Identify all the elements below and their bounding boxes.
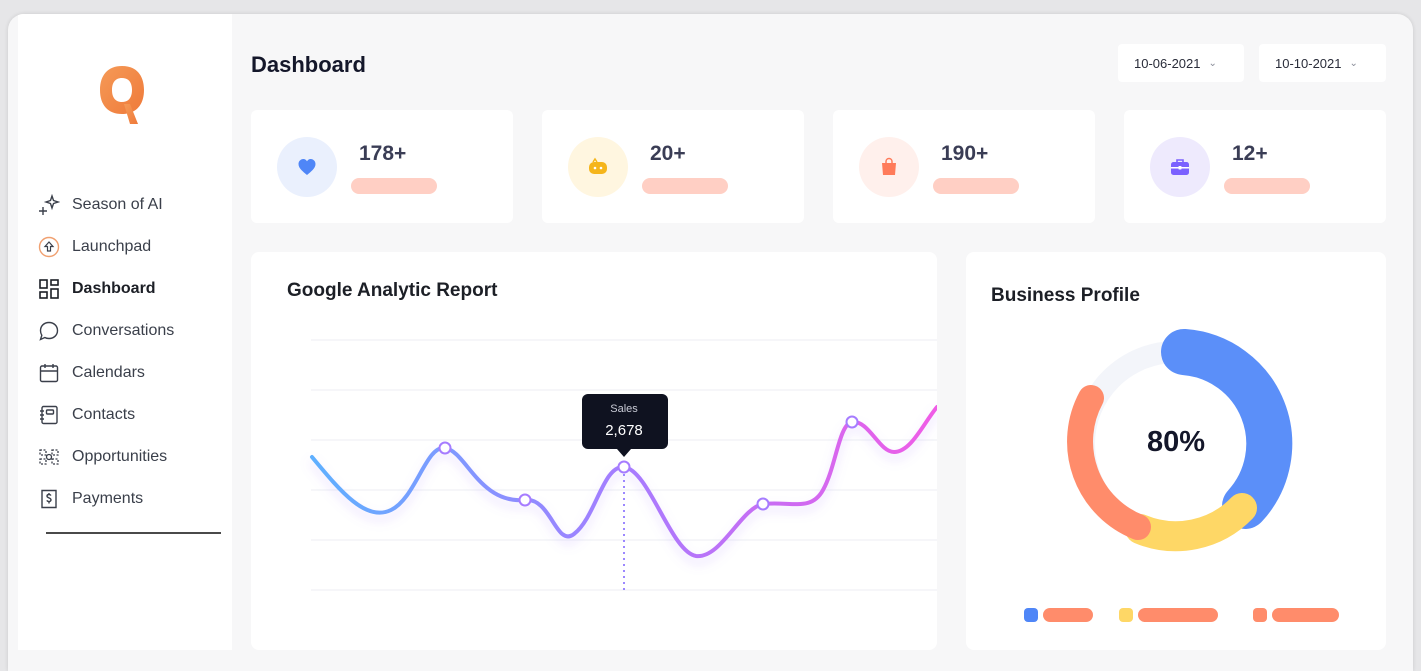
start-date-select[interactable]: 10-06-2021 ⌄ <box>1118 44 1244 82</box>
stat-value: 12+ <box>1232 142 1268 165</box>
sidebar-item-label: Launchpad <box>72 238 152 255</box>
stat-card[interactable]: 12+ <box>1124 110 1386 223</box>
business-profile-card: Business Profile 80% <box>966 252 1386 650</box>
sidebar-item-label: Opportunities <box>72 448 168 465</box>
sidebar-item-conversations[interactable]: Conversations <box>38 310 228 352</box>
line-chart: Sales 2,678 <box>310 339 937 592</box>
sidebar-divider <box>46 532 221 534</box>
data-point <box>845 415 859 429</box>
chevron-down-icon: ⌄ <box>1208 57 1217 69</box>
tooltip-value: 2,678 <box>605 422 643 439</box>
data-point <box>518 493 532 507</box>
end-date-select[interactable]: 10-10-2021 ⌄ <box>1259 44 1386 82</box>
game-controller-icon <box>568 137 628 197</box>
donut-segment-orange <box>1067 385 1151 540</box>
sidebar: Season of AI Launchpad Dashboard Convers… <box>18 14 232 650</box>
shopping-bag-icon <box>859 137 919 197</box>
donut-segment-yellow <box>1125 493 1257 552</box>
stat-card[interactable]: 190+ <box>833 110 1095 223</box>
sidebar-item-opportunities[interactable]: Opportunities <box>38 436 228 478</box>
donut-percent: 80% <box>1146 426 1206 458</box>
page-title: Dashboard <box>251 52 366 77</box>
stat-placeholder-bar <box>351 178 437 194</box>
sidebar-item-dashboard[interactable]: Dashboard <box>38 268 228 310</box>
legend-dot <box>1119 608 1133 622</box>
chat-bubble-icon <box>38 320 60 342</box>
sidebar-nav: Season of AI Launchpad Dashboard Convers… <box>38 184 228 520</box>
grid-icon <box>38 278 60 300</box>
sidebar-item-label: Payments <box>72 490 144 507</box>
brand-logo[interactable] <box>96 64 148 126</box>
rocket-icon <box>38 236 60 258</box>
payment-icon <box>38 488 60 510</box>
data-point <box>617 460 631 474</box>
briefcase-icon <box>1150 137 1210 197</box>
funnel-icon <box>38 446 60 468</box>
legend-dot <box>1024 608 1038 622</box>
sidebar-item-season-of-ai[interactable]: Season of AI <box>38 184 228 226</box>
stat-placeholder-bar <box>933 178 1019 194</box>
chevron-down-icon: ⌄ <box>1349 57 1358 69</box>
sidebar-item-label: Dashboard <box>72 280 156 297</box>
stat-value: 190+ <box>941 142 989 165</box>
start-date-value: 10-06-2021 <box>1134 55 1201 71</box>
data-point <box>438 441 452 455</box>
tooltip-label: Sales <box>610 403 638 415</box>
sidebar-item-payments[interactable]: Payments <box>38 478 228 520</box>
legend-placeholder-bar <box>1043 608 1093 622</box>
sidebar-item-label: Conversations <box>72 322 175 339</box>
stat-placeholder-bar <box>1224 178 1310 194</box>
stat-card[interactable]: 178+ <box>251 110 513 223</box>
sidebar-item-label: Calendars <box>72 364 145 381</box>
end-date-value: 10-10-2021 <box>1275 55 1342 71</box>
analytics-card: Google Analytic Report Sales 2,678 <box>251 252 937 650</box>
stat-value: 20+ <box>650 142 686 165</box>
legend-placeholder-bar <box>1138 608 1218 622</box>
calendar-icon <box>38 362 60 384</box>
data-point <box>756 497 770 511</box>
legend-placeholder-bar <box>1272 608 1339 622</box>
sparkles-icon <box>38 194 60 216</box>
legend-dot <box>1253 608 1267 622</box>
stat-placeholder-bar <box>642 178 728 194</box>
stat-value: 178+ <box>359 142 407 165</box>
address-book-icon <box>38 404 60 426</box>
chart-tooltip: Sales 2,678 <box>582 394 668 457</box>
sidebar-item-label: Contacts <box>72 406 136 423</box>
stat-card[interactable]: 20+ <box>542 110 804 223</box>
sidebar-item-calendars[interactable]: Calendars <box>38 352 228 394</box>
sidebar-item-label: Season of AI <box>72 196 163 213</box>
app-window: Season of AI Launchpad Dashboard Convers… <box>8 14 1413 671</box>
sidebar-item-contacts[interactable]: Contacts <box>38 394 228 436</box>
heart-icon <box>277 137 337 197</box>
sidebar-item-launchpad[interactable]: Launchpad <box>38 226 228 268</box>
